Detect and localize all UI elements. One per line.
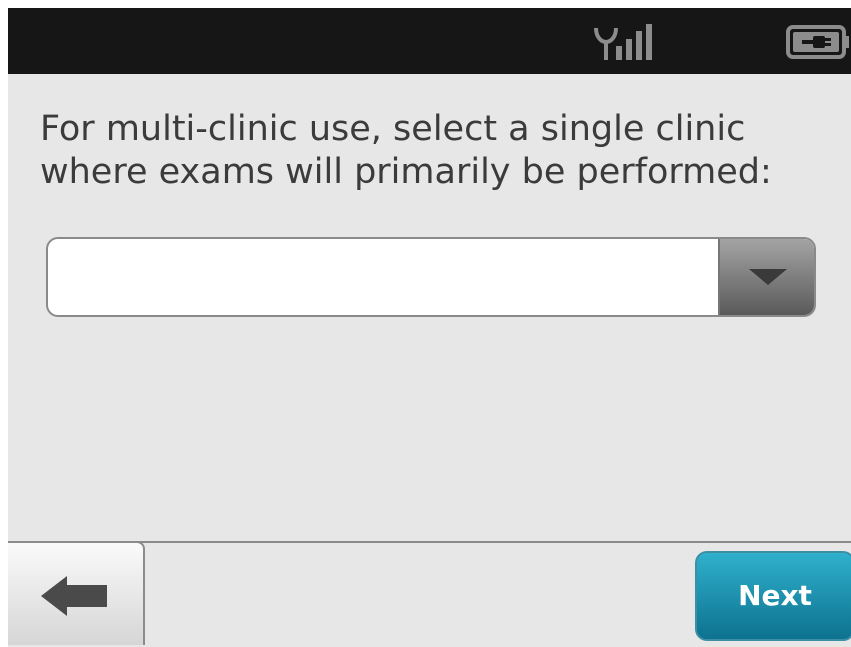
- status-bar: [8, 8, 851, 74]
- chevron-down-icon: [749, 269, 787, 285]
- next-button[interactable]: Next: [695, 551, 851, 641]
- dropdown-toggle-button[interactable]: [718, 239, 814, 315]
- battery-plugged-icon: [786, 25, 849, 59]
- back-button[interactable]: [8, 541, 145, 645]
- signal-antenna-icon: [594, 24, 652, 60]
- device-screen: For multi-clinic use, select a single cl…: [8, 8, 851, 647]
- clinic-select-dropdown[interactable]: [46, 237, 816, 317]
- clinic-selection-prompt: For multi-clinic use, select a single cl…: [40, 109, 772, 192]
- arrow-left-icon: [41, 576, 107, 616]
